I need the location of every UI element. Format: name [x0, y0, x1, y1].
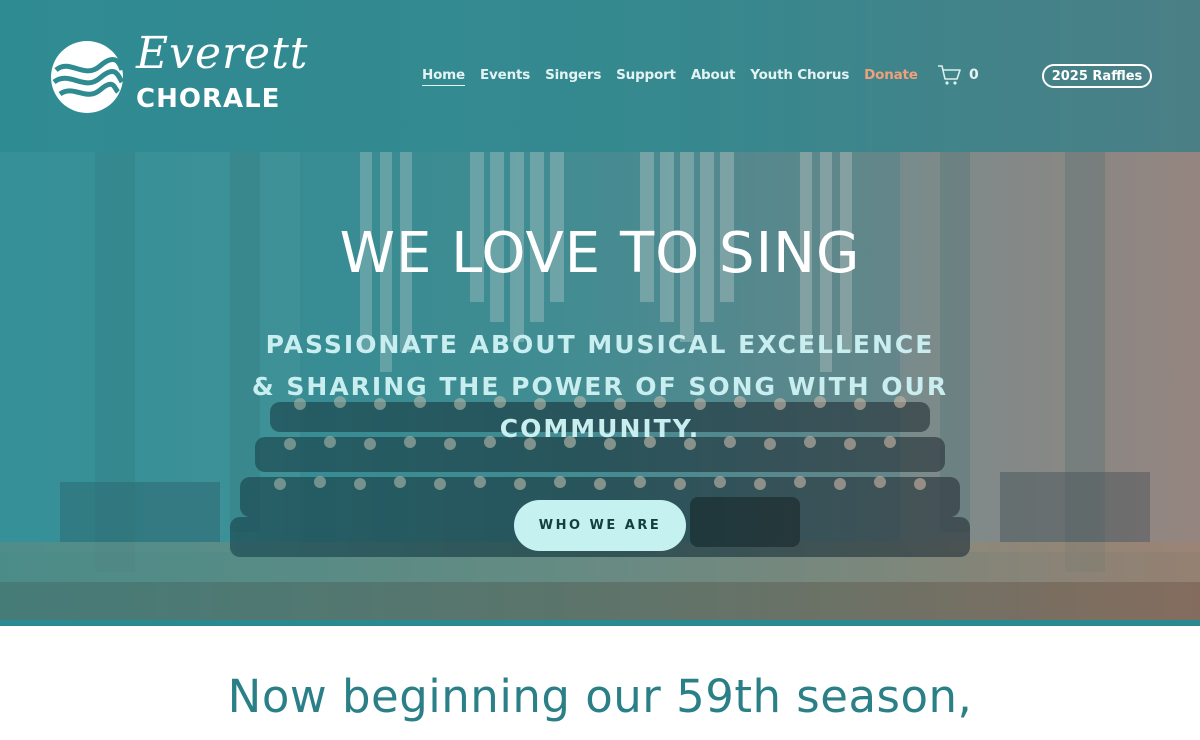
cart-icon [938, 65, 961, 85]
hero-bottom-divider [0, 620, 1200, 626]
cart-count: 0 [969, 67, 979, 83]
hero-title: WE LOVE TO SING [339, 221, 861, 286]
main-nav: Home Events Singers Support About Youth … [422, 67, 918, 86]
who-we-are-button[interactable]: WHO WE ARE [514, 500, 686, 551]
logo-script-name: Everett [136, 28, 309, 79]
hero-section: WE LOVE TO SING PASSIONATE ABOUT MUSICAL… [0, 152, 1200, 622]
nav-singers[interactable]: Singers [545, 67, 601, 86]
season-heading: Now beginning our 59th season, [227, 670, 973, 723]
site-header: Everett CHORALE Home Events Singers Supp… [0, 0, 1200, 152]
nav-events[interactable]: Events [480, 67, 530, 86]
nav-about[interactable]: About [691, 67, 736, 86]
chorale-wave-logo-icon [51, 41, 124, 113]
logo-word-name: CHORALE [136, 84, 281, 114]
nav-youth-chorus[interactable]: Youth Chorus [750, 67, 849, 86]
cart-button[interactable]: 0 [937, 64, 979, 86]
nav-support[interactable]: Support [616, 67, 676, 86]
raffles-button[interactable]: 2025 Raffles [1042, 64, 1152, 88]
site-logo[interactable]: Everett CHORALE [50, 32, 307, 118]
hero-subtitle: PASSIONATE ABOUT MUSICAL EXCELLENCE & SH… [251, 330, 949, 443]
nav-home[interactable]: Home [422, 67, 465, 86]
nav-donate[interactable]: Donate [864, 67, 918, 86]
